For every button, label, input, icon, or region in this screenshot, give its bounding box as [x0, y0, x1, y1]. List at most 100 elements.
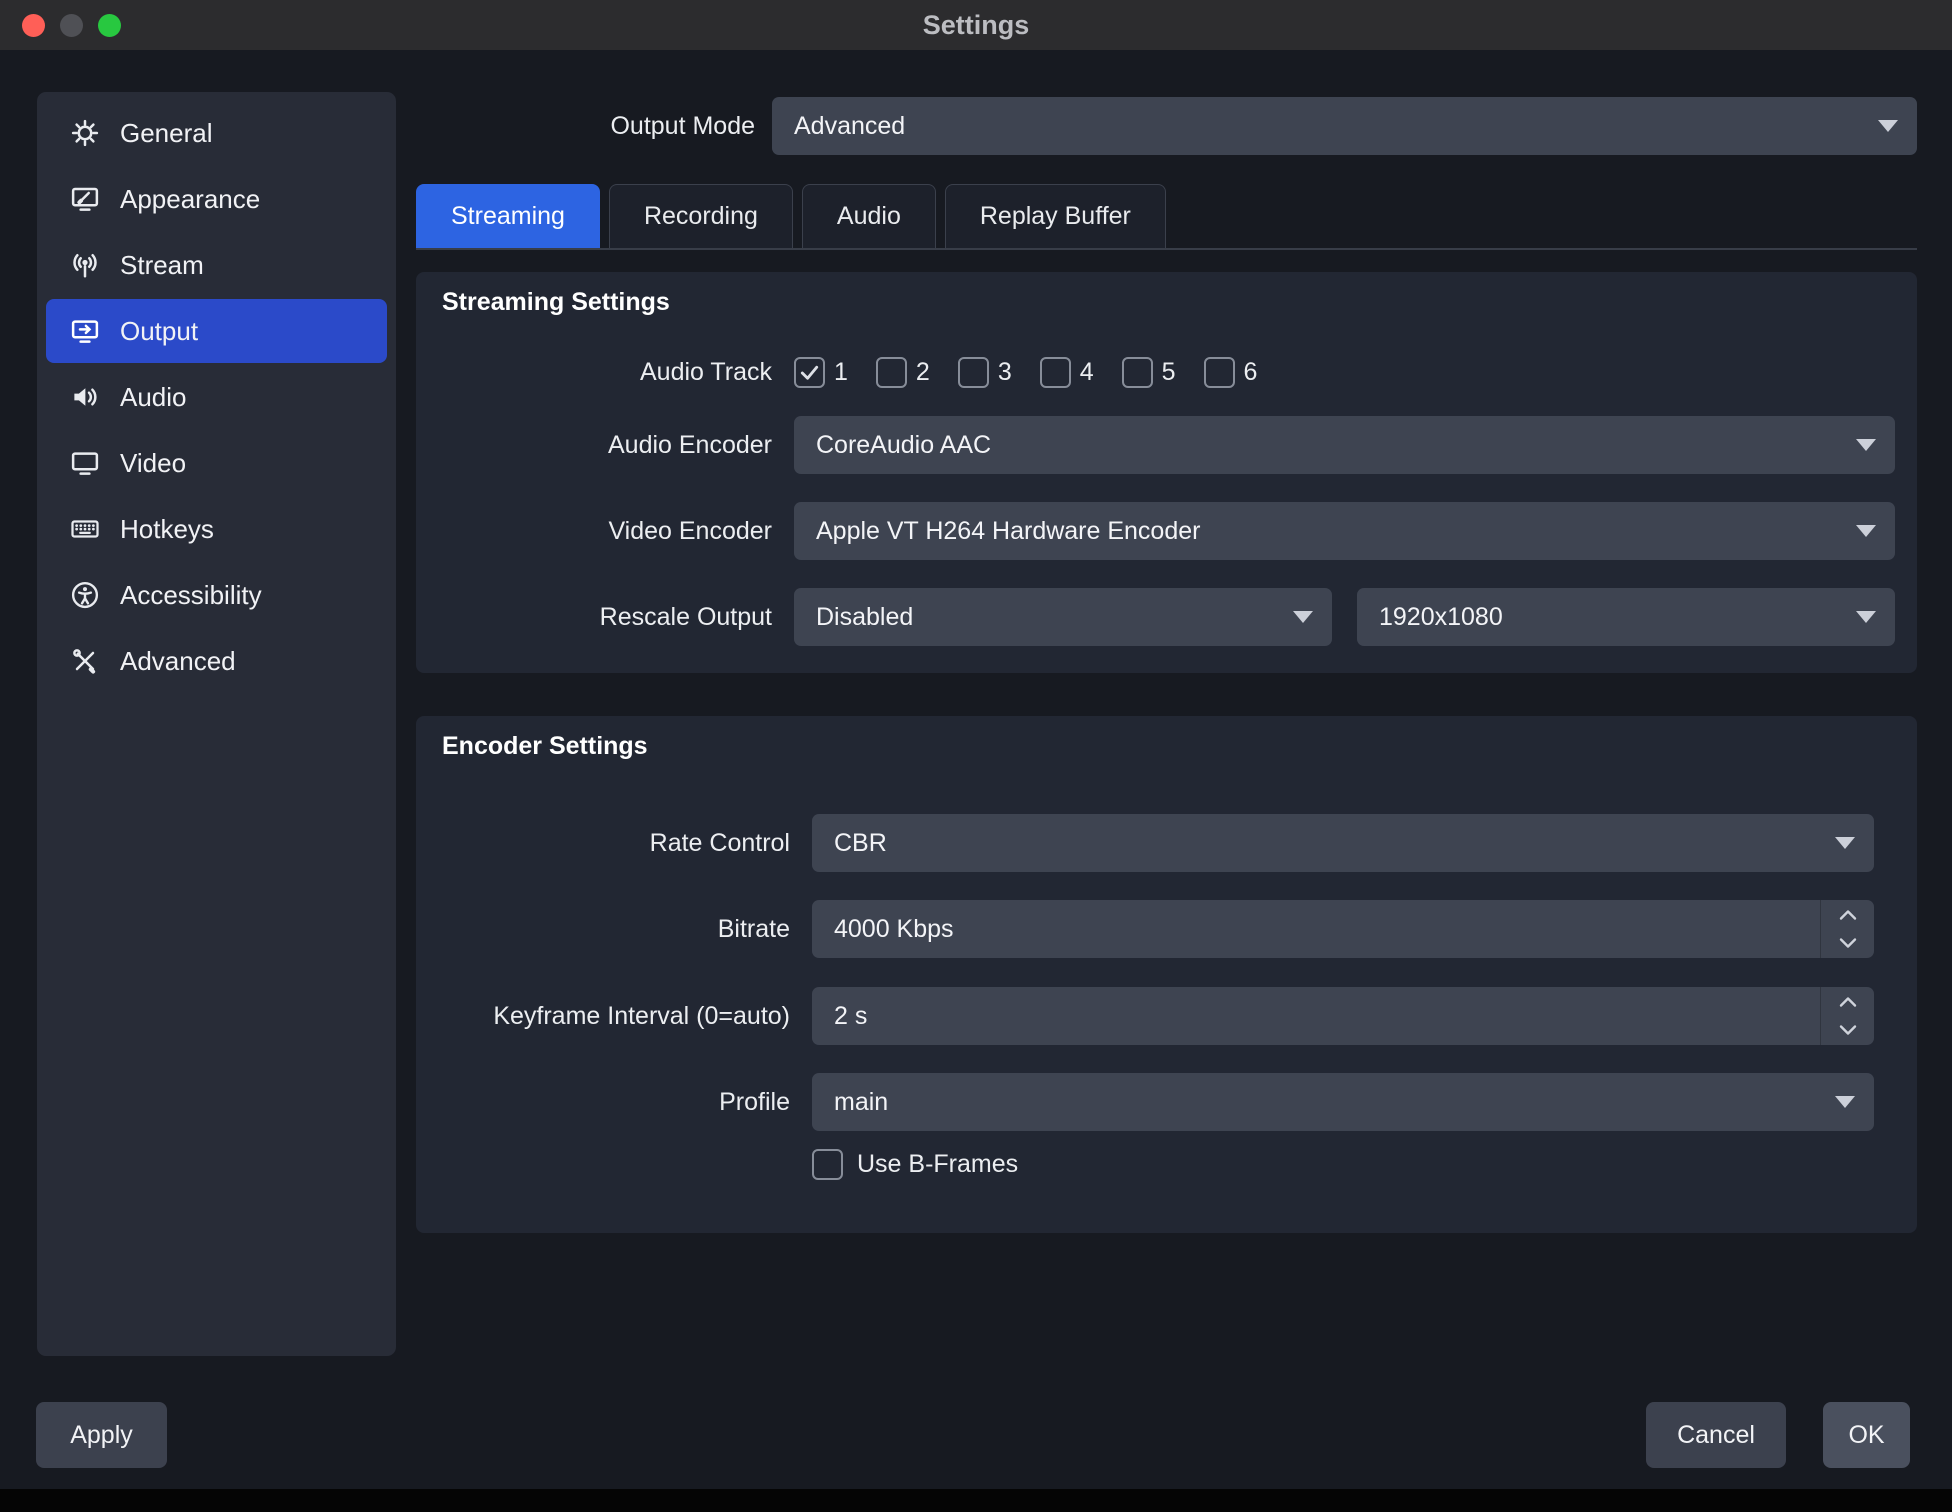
use-b-frames-row: Use B-Frames [812, 1149, 1018, 1180]
output-mode-row: Output Mode Advanced [416, 97, 1917, 155]
audio-track-5: 5 [1122, 357, 1176, 388]
bitrate-label: Bitrate [442, 915, 790, 944]
audio-track-2-checkbox[interactable] [876, 357, 907, 388]
audio-track-1: 1 [794, 357, 848, 388]
sidebar-item-advanced[interactable]: Advanced [46, 629, 387, 693]
audio-track-3-checkbox[interactable] [958, 357, 989, 388]
gear-icon [69, 117, 101, 149]
traffic-lights [22, 0, 121, 50]
chevron-down-icon [1837, 588, 1895, 646]
broadcast-icon [69, 249, 101, 281]
video-encoder-select[interactable]: Apple VT H264 Hardware Encoder [794, 502, 1895, 560]
keyboard-icon [69, 513, 101, 545]
video-encoder-row: Video Encoder Apple VT H264 Hardware Enc… [442, 502, 1895, 560]
audio-track-3: 3 [958, 357, 1012, 388]
sidebar-item-appearance[interactable]: Appearance [46, 167, 387, 231]
keyframe-spinner [1820, 987, 1874, 1045]
profile-select[interactable]: main [812, 1073, 1874, 1131]
cancel-button[interactable]: Cancel [1646, 1402, 1786, 1468]
sidebar-item-label: Hotkeys [120, 514, 214, 545]
window-title: Settings [923, 10, 1030, 41]
profile-row: Profile main [442, 1073, 1874, 1131]
sidebar-item-label: Stream [120, 250, 204, 281]
output-mode-select[interactable]: Advanced [772, 97, 1917, 155]
monitor-icon [69, 447, 101, 479]
rate-control-select[interactable]: CBR [812, 814, 1874, 872]
use-b-frames-label: Use B-Frames [857, 1150, 1018, 1179]
spin-down-button[interactable] [1821, 929, 1874, 958]
sidebar-item-audio[interactable]: Audio [46, 365, 387, 429]
speaker-icon [69, 381, 101, 413]
close-button[interactable] [22, 14, 45, 37]
accessibility-icon [69, 579, 101, 611]
sidebar-item-general[interactable]: General [46, 101, 387, 165]
spin-up-button[interactable] [1821, 987, 1874, 1016]
audio-track-4: 4 [1040, 357, 1094, 388]
rate-control-row: Rate Control CBR [442, 814, 1874, 872]
audio-track-4-checkbox[interactable] [1040, 357, 1071, 388]
output-tabs: Streaming Recording Audio Replay Buffer [416, 184, 1917, 250]
sidebar-item-video[interactable]: Video [46, 431, 387, 495]
tools-icon [69, 645, 101, 677]
rescale-resolution-select[interactable]: 1920x1080 [1357, 588, 1895, 646]
audio-track-1-checkbox[interactable] [794, 357, 825, 388]
tab-replay-buffer[interactable]: Replay Buffer [945, 184, 1166, 248]
keyframe-interval-input[interactable]: 2 s [812, 987, 1874, 1045]
minimize-button[interactable] [60, 14, 83, 37]
audio-track-2: 2 [876, 357, 930, 388]
sidebar-item-label: Video [120, 448, 186, 479]
sidebar-item-label: General [120, 118, 213, 149]
tab-recording[interactable]: Recording [609, 184, 793, 248]
sidebar-item-output[interactable]: Output [46, 299, 387, 363]
tab-streaming[interactable]: Streaming [416, 184, 600, 248]
spin-down-button[interactable] [1821, 1016, 1874, 1045]
chevron-down-icon [1816, 814, 1874, 872]
rescale-output-select[interactable]: Disabled [794, 588, 1332, 646]
sidebar-item-label: Appearance [120, 184, 260, 215]
rescale-output-label: Rescale Output [442, 603, 772, 632]
bitrate-row: Bitrate 4000 Kbps [442, 900, 1874, 958]
titlebar: Settings [0, 0, 1952, 50]
audio-encoder-label: Audio Encoder [442, 431, 772, 460]
encoder-settings-title: Encoder Settings [442, 732, 648, 761]
video-encoder-label: Video Encoder [442, 517, 772, 546]
bitrate-input[interactable]: 4000 Kbps [812, 900, 1874, 958]
ok-button[interactable]: OK [1823, 1402, 1910, 1468]
audio-track-label: Audio Track [442, 358, 772, 387]
settings-window: Settings General [0, 0, 1952, 1512]
audio-track-5-checkbox[interactable] [1122, 357, 1153, 388]
use-b-frames-checkbox[interactable] [812, 1149, 843, 1180]
sidebar-item-hotkeys[interactable]: Hotkeys [46, 497, 387, 561]
spin-up-button[interactable] [1821, 900, 1874, 929]
keyframe-interval-label: Keyframe Interval (0=auto) [442, 1002, 790, 1031]
keyframe-interval-row: Keyframe Interval (0=auto) 2 s [442, 987, 1874, 1045]
streaming-settings-title: Streaming Settings [442, 288, 670, 317]
sidebar-item-accessibility[interactable]: Accessibility [46, 563, 387, 627]
audio-track-6: 6 [1204, 357, 1258, 388]
chevron-down-icon [1837, 416, 1895, 474]
tab-audio[interactable]: Audio [802, 184, 936, 248]
apply-button[interactable]: Apply [36, 1402, 167, 1468]
output-icon [69, 315, 101, 347]
rescale-output-row: Rescale Output Disabled 1920x1080 [442, 588, 1895, 646]
chevron-down-icon [1859, 97, 1917, 155]
encoder-settings-group: Encoder Settings Rate Control CBR Bitrat… [416, 716, 1917, 1233]
profile-label: Profile [442, 1088, 790, 1117]
sidebar-item-label: Output [120, 316, 198, 347]
bitrate-spinner [1820, 900, 1874, 958]
rate-control-label: Rate Control [442, 829, 790, 858]
audio-track-checkboxes: 1 2 3 4 5 [794, 357, 1257, 388]
audio-track-row: Audio Track 1 2 3 4 [442, 352, 1895, 392]
output-mode-value: Advanced [794, 112, 905, 141]
audio-encoder-row: Audio Encoder CoreAudio AAC [442, 416, 1895, 474]
audio-track-6-checkbox[interactable] [1204, 357, 1235, 388]
zoom-button[interactable] [98, 14, 121, 37]
output-mode-label: Output Mode [416, 112, 772, 141]
sidebar: General Appearance [37, 92, 396, 1356]
sidebar-item-label: Advanced [120, 646, 236, 677]
audio-encoder-select[interactable]: CoreAudio AAC [794, 416, 1895, 474]
sidebar-item-stream[interactable]: Stream [46, 233, 387, 297]
bottom-strip [0, 1489, 1952, 1512]
chevron-down-icon [1816, 1073, 1874, 1131]
sidebar-item-label: Accessibility [120, 580, 262, 611]
